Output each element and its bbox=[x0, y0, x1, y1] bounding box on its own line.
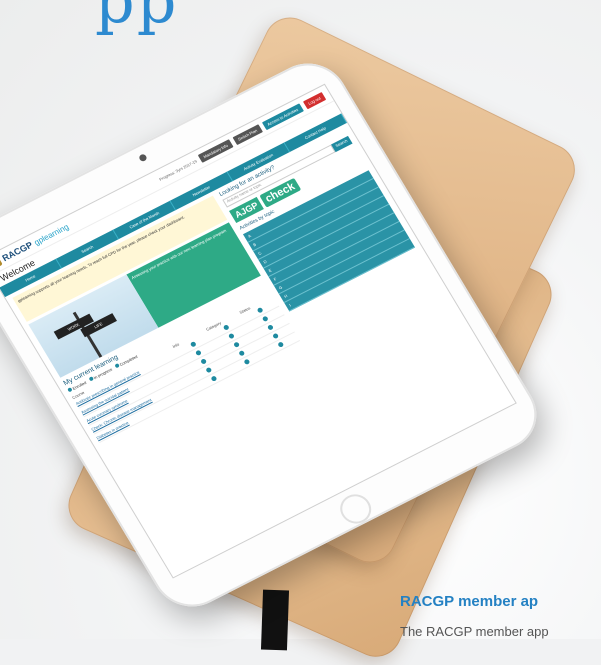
category-icon bbox=[223, 323, 231, 331]
status-icon bbox=[277, 341, 285, 348]
status-icon bbox=[266, 324, 274, 331]
category-icon bbox=[228, 332, 236, 340]
member-app-text: The RACGP member app bbox=[400, 624, 549, 639]
category-icon bbox=[238, 349, 246, 357]
info-icon bbox=[205, 366, 213, 374]
black-strap bbox=[260, 589, 290, 651]
info-icon bbox=[210, 375, 218, 382]
camera-icon bbox=[138, 153, 148, 163]
info-icon bbox=[200, 358, 208, 365]
member-app-title[interactable]: RACGP member ap bbox=[400, 593, 538, 610]
info-icon bbox=[194, 349, 202, 357]
category-icon bbox=[233, 341, 241, 348]
status-icon bbox=[256, 306, 264, 314]
page-heading-fragment: pp bbox=[95, 0, 179, 37]
status-icon bbox=[261, 315, 269, 323]
category-icon bbox=[243, 358, 251, 365]
status-icon bbox=[272, 332, 280, 340]
info-icon bbox=[189, 341, 197, 348]
